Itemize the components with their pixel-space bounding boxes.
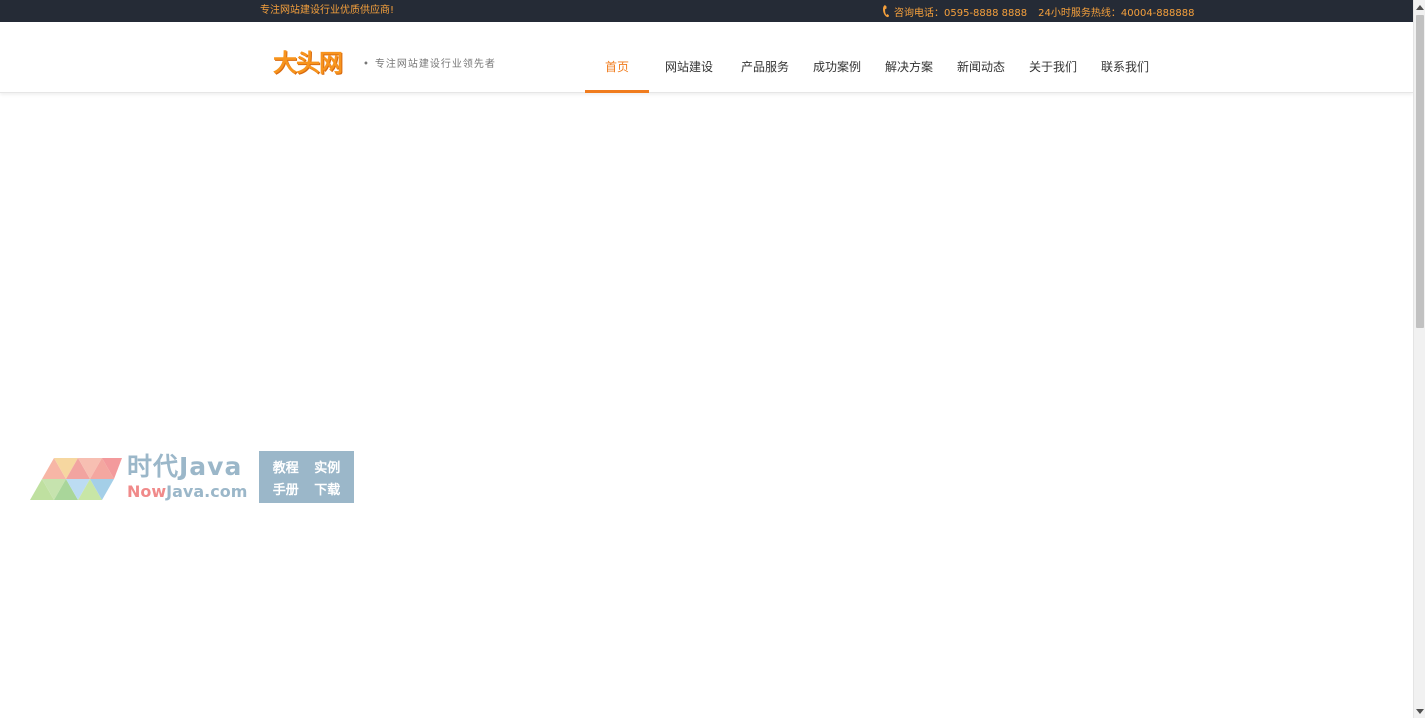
- nav-item-home[interactable]: 首页: [585, 22, 649, 93]
- nav-item-about[interactable]: 关于我们: [1017, 22, 1089, 93]
- page: 专注网站建设行业优质供应商! 咨询电话：0595-8888 8888 24小时服…: [0, 0, 1425, 718]
- watermark-manual: 手册: [272, 482, 299, 498]
- scrollbar-thumb[interactable]: [1416, 15, 1424, 328]
- chevron-down-icon[interactable]: [1414, 704, 1425, 718]
- chevron-up-icon[interactable]: [1414, 0, 1425, 14]
- watermark-box: 教程 实例 手册 下载: [259, 451, 354, 503]
- watermark-domain-now: Now: [127, 482, 167, 501]
- nav-item-news[interactable]: 新闻动态: [945, 22, 1017, 93]
- top-bar-slogan: 专注网站建设行业优质供应商!: [260, 5, 395, 16]
- main-nav: 首页 网站建设 产品服务 成功案例 解决方案 新闻动态 关于我们 联系我们: [585, 22, 1161, 93]
- nav-item-solutions[interactable]: 解决方案: [873, 22, 945, 93]
- watermark-title: 时代Java: [127, 452, 243, 481]
- vertical-scrollbar[interactable]: [1413, 0, 1425, 718]
- watermark-domain: NowJava.com: [127, 483, 247, 501]
- nav-item-products[interactable]: 产品服务: [729, 22, 801, 93]
- phone-number: 咨询电话：0595-8888 8888: [894, 7, 1028, 19]
- watermark-tutorial: 教程: [272, 460, 299, 476]
- nav-item-cases[interactable]: 成功案例: [801, 22, 873, 93]
- phone-icon: [882, 4, 892, 18]
- nowjava-watermark: 时代Java NowJava.com 教程 实例 手册 下载: [30, 451, 354, 503]
- watermark-examples: 实例: [314, 460, 341, 476]
- site-tagline-text: 专注网站建设行业领先者: [374, 59, 496, 70]
- nav-item-website-building[interactable]: 网站建设: [649, 22, 729, 93]
- top-bar-contact: 咨询电话：0595-8888 8888 24小时服务热线：40004-88888…: [882, 3, 1194, 19]
- site-tagline: • 专注网站建设行业领先者: [363, 59, 496, 70]
- watermark-domain-rest: Java.com: [166, 482, 248, 501]
- hotline-number: 24小时服务热线：40004-888888: [1038, 7, 1195, 19]
- watermark-download: 下载: [314, 482, 341, 498]
- nav-item-contact[interactable]: 联系我们: [1089, 22, 1161, 93]
- site-logo[interactable]: 大头网: [273, 48, 343, 78]
- top-bar: 专注网站建设行业优质供应商! 咨询电话：0595-8888 8888 24小时服…: [0, 0, 1413, 22]
- triangle-logo-icon: [30, 458, 122, 500]
